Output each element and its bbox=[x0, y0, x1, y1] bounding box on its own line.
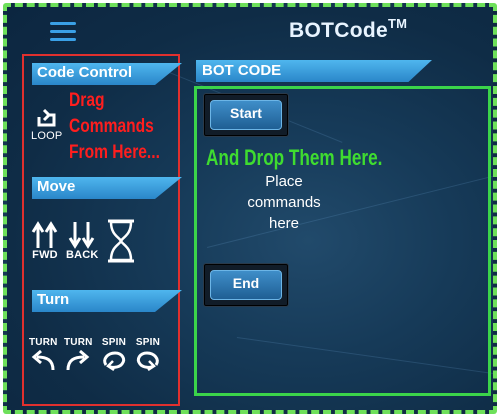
turn-left-command[interactable]: TURN bbox=[29, 337, 58, 372]
back-label: BACK bbox=[66, 249, 99, 261]
drag-hint-line-1: Drag bbox=[69, 90, 105, 111]
bot-code-header-label: BOT CODE bbox=[202, 62, 282, 79]
top-bar: BOTCodeTM bbox=[7, 7, 493, 57]
hourglass-icon bbox=[108, 219, 134, 263]
forward-label: FWD bbox=[32, 249, 58, 261]
move-header: Move bbox=[32, 177, 182, 199]
turn-left-label: TURN bbox=[29, 337, 58, 348]
drag-hint-line-2: Commands bbox=[69, 116, 154, 137]
start-block[interactable]: Start bbox=[203, 93, 289, 137]
spin-right-label: SPIN bbox=[135, 337, 161, 348]
app-title: BOTCodeTM bbox=[289, 16, 408, 43]
forward-arrows-icon bbox=[31, 221, 58, 248]
spin-left-icon bbox=[103, 351, 126, 372]
code-control-header-label: Code Control bbox=[37, 64, 132, 81]
back-arrows-icon bbox=[69, 222, 95, 249]
start-block-label: Start bbox=[230, 105, 262, 121]
hamburger-menu-icon[interactable] bbox=[50, 22, 76, 42]
turn-header-label: Turn bbox=[37, 291, 70, 308]
spin-right-command[interactable]: SPIN bbox=[134, 337, 162, 372]
forward-command[interactable]: FWD bbox=[31, 221, 59, 261]
drag-hint-line-3: From Here... bbox=[69, 142, 160, 163]
placeholder-line-1: Place bbox=[265, 173, 303, 190]
end-block[interactable]: End bbox=[203, 263, 289, 307]
app-title-text: BOTCode bbox=[289, 19, 388, 42]
turn-right-command[interactable]: TURN bbox=[64, 337, 93, 372]
turn-left-icon bbox=[31, 349, 55, 371]
placeholder-line-2: commands bbox=[247, 194, 321, 211]
back-command[interactable]: BACK bbox=[66, 221, 99, 261]
spin-left-label: SPIN bbox=[101, 337, 127, 348]
turn-header: Turn bbox=[32, 290, 182, 312]
loop-label: LOOP bbox=[31, 130, 63, 142]
turn-right-icon bbox=[66, 349, 90, 371]
empty-placeholder: Place commands here bbox=[232, 171, 336, 234]
spin-left-command[interactable]: SPIN bbox=[100, 337, 128, 372]
command-palette: Code Control LOOP Drag Commands From Her… bbox=[22, 54, 182, 406]
bot-code-header: BOT CODE bbox=[196, 60, 432, 82]
end-block-label: End bbox=[232, 275, 260, 291]
drop-hint: And Drop Them Here. bbox=[206, 145, 383, 170]
wait-command[interactable] bbox=[106, 219, 136, 263]
drag-hint: Drag Commands From Here... bbox=[69, 88, 160, 166]
loop-command[interactable]: LOOP bbox=[31, 108, 62, 142]
move-header-label: Move bbox=[37, 178, 76, 195]
loop-icon bbox=[36, 108, 56, 127]
spin-right-icon bbox=[136, 351, 159, 372]
placeholder-line-3: here bbox=[268, 215, 300, 232]
turn-right-label: TURN bbox=[64, 337, 93, 348]
code-control-header: Code Control bbox=[32, 63, 182, 85]
trademark-mark: TM bbox=[387, 16, 408, 31]
